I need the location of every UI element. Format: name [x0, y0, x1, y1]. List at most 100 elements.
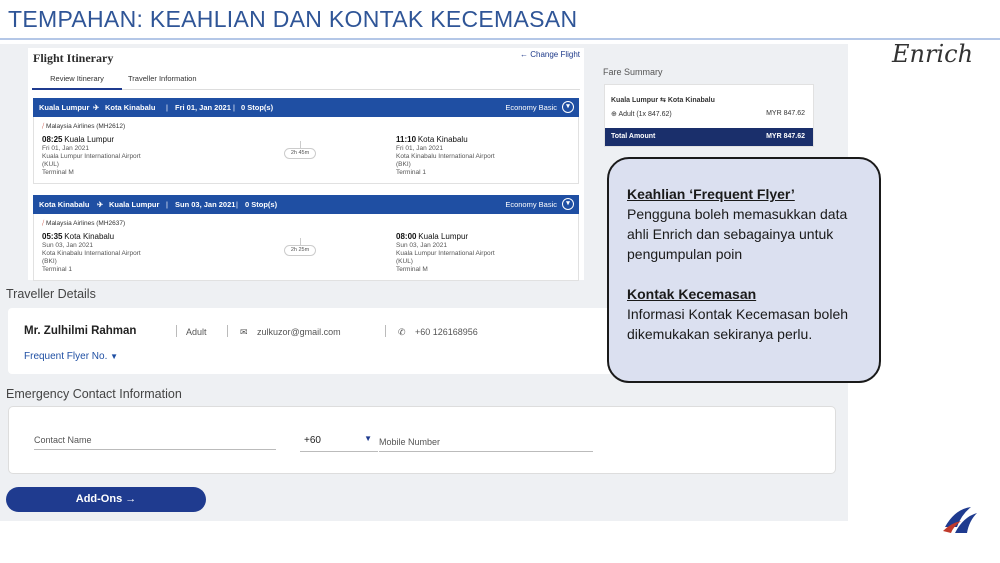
enrich-logo: Enrich	[892, 40, 974, 68]
segment-to: Kota Kinabalu	[105, 103, 156, 112]
annotation-callout: Keahlian ‘Frequent Flyer’ Pengguna boleh…	[607, 157, 881, 383]
callout-text-frequent-flyer: Pengguna boleh memasukkan data ahli Enri…	[627, 206, 848, 262]
departure-time: 08:25	[42, 135, 63, 144]
traveller-type: Adult	[186, 327, 207, 337]
meta-divider	[227, 325, 228, 337]
frequent-flyer-label: Frequent Flyer No.	[24, 351, 108, 362]
departure-info: 05:35 Kota Kinabalu Sun 03, Jan 2021 Kot…	[42, 233, 141, 274]
arrival-time: 11:10	[396, 135, 417, 144]
segment-cabin: Economy Basic	[505, 103, 557, 112]
plane-icon: ✈	[97, 200, 104, 209]
arrival-code: (KUL)	[396, 258, 413, 265]
airline-name: Malaysia Airlines (MH2637)	[46, 220, 126, 227]
airline-label: ⧸ Malaysia Airlines (MH2637)	[42, 220, 125, 228]
fare-passenger: ⊕ Adult (1x 847.62)	[611, 110, 672, 118]
arrival-date: Fri 01, Jan 2021	[396, 145, 443, 152]
airline-name: Malaysia Airlines (MH2612)	[46, 123, 126, 130]
chevron-down-icon[interactable]: ▾	[562, 198, 574, 210]
arrival-date: Sun 03, Jan 2021	[396, 242, 447, 249]
duration-badge: 2h 45m	[284, 148, 316, 159]
segment-date: Sun 03, Jan 2021	[175, 200, 236, 209]
duration-connector	[300, 141, 301, 148]
segment-details: ⧸ Malaysia Airlines (MH2637) 05:35 Kota …	[33, 214, 579, 281]
contact-name-field	[34, 430, 276, 450]
arrival-city: Kuala Lumpur	[418, 232, 469, 241]
airline-label: ⧸ Malaysia Airlines (MH2612)	[42, 123, 125, 131]
arrival-city: Kota Kinabalu	[417, 135, 468, 144]
emergency-contact-title: Emergency Contact Information	[6, 387, 182, 401]
arrival-code: (BKI)	[396, 161, 411, 168]
traveller-email: zulkuzor@gmail.com	[257, 327, 341, 337]
mobile-number-input[interactable]	[379, 432, 593, 452]
caret-down-icon: ▼	[364, 434, 372, 443]
fare-total-amount: MYR 847.62	[766, 133, 805, 140]
fare-total-bar: Total Amount MYR 847.62	[605, 128, 813, 146]
arrival-airport: Kota Kinabalu International Airport	[396, 153, 495, 160]
phone-icon: ✆	[398, 327, 406, 337]
arrival-terminal: Terminal M	[396, 266, 428, 273]
departure-city: Kuala Lumpur	[64, 135, 115, 144]
mobile-number-field	[379, 432, 593, 452]
frequent-flyer-dropdown[interactable]: Frequent Flyer No. ▼	[24, 351, 118, 362]
traveller-card	[8, 308, 618, 374]
fare-passenger-label: Adult (1x 847.62)	[618, 111, 672, 118]
add-ons-button[interactable]: Add-Ons →	[6, 487, 206, 512]
fare-total-label: Total Amount	[611, 133, 656, 140]
country-code-select[interactable]: +60 ▼	[300, 432, 378, 452]
arrival-info: 08:00 Kuala Lumpur Sun 03, Jan 2021 Kual…	[396, 233, 495, 274]
fare-summary-card: Kuala Lumpur ⇆ Kota Kinabalu ⊕ Adult (1x…	[604, 84, 814, 147]
callout-heading-emergency-contact: Kontak Kecemasan	[627, 286, 757, 302]
departure-code: (KUL)	[42, 161, 59, 168]
departure-city: Kota Kinabalu	[64, 232, 115, 241]
segment-date: Fri 01, Jan 2021	[175, 103, 231, 112]
caret-down-icon: ▼	[110, 352, 119, 361]
segment-from: Kota Kinabalu	[39, 200, 90, 209]
departure-code: (BKI)	[42, 258, 57, 265]
fare-passenger-amount: MYR 847.62	[766, 110, 805, 117]
segment-stops: 0 Stop(s)	[245, 200, 278, 209]
segment-header: Kota Kinabalu ✈ Kuala Lumpur | Sun 03, J…	[33, 195, 579, 214]
chevron-down-icon[interactable]: ▾	[562, 101, 574, 113]
duration-badge: 2h 25m	[284, 245, 316, 256]
arrival-info: 11:10 Kota Kinabalu Fri 01, Jan 2021 Kot…	[396, 136, 495, 177]
departure-airport: Kota Kinabalu International Airport	[42, 250, 141, 257]
malaysia-airlines-logo-icon	[943, 507, 977, 533]
segment-divider: |	[236, 200, 238, 209]
contact-name-input[interactable]	[34, 430, 276, 450]
segment-divider: |	[166, 200, 168, 209]
duration-connector	[300, 238, 301, 245]
traveller-name: Mr. Zulhilmi Rahman	[24, 325, 137, 337]
meta-divider	[176, 325, 177, 337]
itinerary-tabs: Review Itinerary Traveller Information	[32, 68, 580, 90]
title-divider	[0, 38, 1000, 40]
tab-review-itinerary[interactable]: Review Itinerary	[32, 74, 122, 90]
arrival-airport: Kuala Lumpur International Airport	[396, 250, 495, 257]
tab-traveller-information[interactable]: Traveller Information	[128, 74, 197, 83]
callout-text-emergency-contact: Informasi Kontak Kecemasan boleh dikemuk…	[627, 306, 849, 342]
departure-airport: Kuala Lumpur International Airport	[42, 153, 141, 160]
departure-time: 05:35	[42, 232, 63, 241]
plane-icon: ✈	[93, 103, 100, 112]
arrival-time: 08:00	[396, 232, 417, 241]
callout-heading-frequent-flyer: Keahlian ‘Frequent Flyer’	[627, 186, 795, 202]
traveller-phone: +60 126168956	[415, 327, 478, 337]
segment-divider: |	[233, 103, 235, 112]
itinerary-title: Flight Itinerary	[33, 51, 114, 65]
departure-date: Sun 03, Jan 2021	[42, 242, 93, 249]
change-flight-link[interactable]: ← Change Flight	[520, 50, 580, 59]
traveller-details-title: Traveller Details	[6, 287, 96, 301]
departure-info: 08:25 Kuala Lumpur Fri 01, Jan 2021 Kual…	[42, 136, 141, 177]
slide-title: TEMPAHAN: KEAHLIAN DAN KONTAK KECEMASAN	[8, 6, 578, 32]
mail-icon: ✉	[240, 327, 248, 337]
fare-route: Kuala Lumpur ⇆ Kota Kinabalu	[611, 97, 715, 104]
country-code-value: +60	[304, 435, 321, 446]
callout-spacer	[627, 264, 865, 284]
segment-divider: |	[166, 103, 168, 112]
segment-header: Kuala Lumpur ✈ Kota Kinabalu | Fri 01, J…	[33, 98, 579, 117]
departure-terminal: Terminal 1	[42, 266, 72, 273]
segment-cabin: Economy Basic	[505, 200, 557, 209]
meta-divider	[385, 325, 386, 337]
departure-terminal: Terminal M	[42, 169, 74, 176]
segment-to: Kuala Lumpur	[109, 200, 160, 209]
segment-stops: 0 Stop(s)	[241, 103, 274, 112]
